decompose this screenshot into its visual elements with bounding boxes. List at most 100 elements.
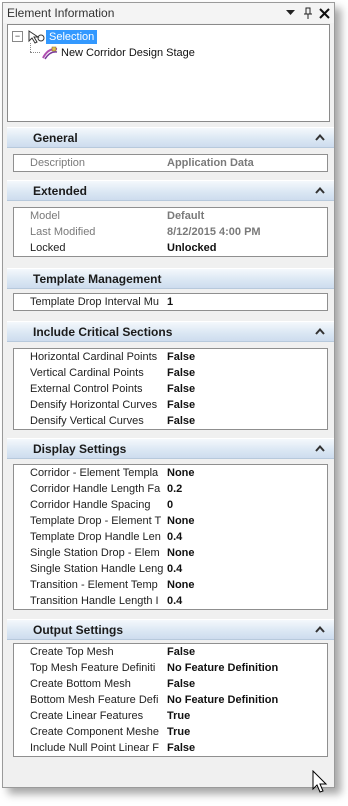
- property-row[interactable]: Corridor Handle Spacing 0: [14, 497, 327, 513]
- property-label: Single Station Drop - Elem: [30, 547, 160, 559]
- property-value[interactable]: None: [167, 547, 195, 559]
- property-label: Create Bottom Mesh: [30, 678, 131, 690]
- property-row[interactable]: Create Bottom Mesh False: [14, 676, 327, 692]
- property-label: Top Mesh Feature Definiti: [30, 662, 156, 674]
- properties-scroll-area[interactable]: General Description Application Data Ext…: [7, 127, 334, 785]
- section-title: Extended: [33, 183, 88, 198]
- property-value[interactable]: 0.4: [167, 531, 182, 543]
- close-icon[interactable]: [317, 5, 332, 21]
- property-row[interactable]: Top Mesh Feature Definiti No Feature Defi…: [14, 660, 327, 676]
- dropdown-arrow-icon[interactable]: [283, 5, 298, 21]
- tree-child-label[interactable]: New Corridor Design Stage: [61, 47, 195, 59]
- section-header-general[interactable]: General: [7, 127, 334, 148]
- property-value[interactable]: False: [167, 367, 195, 379]
- section-header-template-management[interactable]: Template Management: [7, 268, 334, 289]
- property-label: Last Modified: [30, 226, 96, 238]
- property-row[interactable]: Corridor Handle Length Fa 0.2: [14, 481, 327, 497]
- property-label: Create Linear Features: [30, 710, 144, 722]
- section-title: Include Critical Sections: [33, 324, 173, 339]
- property-grid-display-settings: Corridor - Element Templa None Corridor H…: [13, 464, 328, 610]
- property-row[interactable]: Bottom Mesh Feature Defi No Feature Defin…: [14, 692, 327, 708]
- property-label: Bottom Mesh Feature Defi: [30, 694, 159, 706]
- property-value[interactable]: False: [167, 399, 195, 411]
- chevron-up-icon[interactable]: [310, 184, 330, 198]
- property-row[interactable]: Densify Horizontal Curves False: [14, 397, 327, 413]
- property-row[interactable]: Transition - Element Temp None: [14, 577, 327, 593]
- tree-root-label[interactable]: Selection: [46, 29, 98, 44]
- property-row[interactable]: Single Station Handle Leng 0.4: [14, 561, 327, 577]
- property-row[interactable]: Vertical Cardinal Points False: [14, 365, 327, 381]
- property-value[interactable]: No Feature Definition: [167, 662, 278, 674]
- chevron-up-icon[interactable]: [310, 325, 330, 339]
- property-value[interactable]: False: [167, 383, 195, 395]
- property-value[interactable]: None: [167, 579, 195, 591]
- property-label: Description: [30, 157, 86, 169]
- tree-collapse-toggle[interactable]: −: [12, 31, 23, 42]
- property-row[interactable]: Create Top Mesh False: [14, 644, 327, 660]
- section-title: Display Settings: [33, 441, 127, 456]
- property-label: Corridor Handle Length Fa: [30, 483, 161, 495]
- tree-child-row[interactable]: New Corridor Design Stage: [42, 45, 195, 60]
- property-label: Template Drop Handle Len: [30, 531, 161, 543]
- property-row[interactable]: Single Station Drop - Elem None: [14, 545, 327, 561]
- chevron-up-icon[interactable]: [310, 623, 330, 637]
- property-label: Model: [30, 210, 60, 222]
- property-value[interactable]: None: [167, 467, 195, 479]
- property-label: Corridor Handle Spacing: [30, 499, 151, 511]
- chevron-up-icon[interactable]: [310, 442, 330, 456]
- section-extended: Extended Model Default Last Modified 8/1…: [7, 180, 334, 257]
- property-row[interactable]: Include Null Point Linear F False: [14, 740, 327, 756]
- selection-tree[interactable]: − Selection New Corridor Design Stage: [7, 24, 330, 122]
- property-value[interactable]: False: [167, 415, 195, 427]
- property-row[interactable]: Template Drop Interval Mu 1: [14, 294, 327, 310]
- property-label: Densify Vertical Curves: [30, 415, 144, 427]
- section-header-display-settings[interactable]: Display Settings: [7, 438, 334, 459]
- property-value[interactable]: Unlocked: [167, 242, 217, 254]
- property-value[interactable]: 1: [167, 296, 173, 308]
- property-grid-extended: Model Default Last Modified 8/12/2015 4:…: [13, 207, 328, 257]
- chevron-up-icon[interactable]: [310, 131, 330, 145]
- property-grid-output-settings: Create Top Mesh False Top Mesh Feature De…: [13, 643, 328, 757]
- property-row[interactable]: Densify Vertical Curves False: [14, 413, 327, 429]
- property-row[interactable]: External Control Points False: [14, 381, 327, 397]
- section-header-extended[interactable]: Extended: [7, 180, 334, 201]
- property-row[interactable]: Create Linear Features True: [14, 708, 327, 724]
- property-label: Template Drop - Element T: [30, 515, 162, 527]
- property-row: Last Modified 8/12/2015 4:00 PM: [14, 224, 327, 240]
- section-output-settings: Output Settings Create Top Mesh False Top…: [7, 619, 334, 757]
- section-display-settings: Display Settings Corridor - Element Temp…: [7, 438, 334, 610]
- element-information-panel: Element Information − Selection New Corr…: [2, 2, 335, 788]
- property-row: Description Application Data: [14, 155, 327, 171]
- title-bar: Element Information: [3, 3, 334, 23]
- section-header-output-settings[interactable]: Output Settings: [7, 619, 334, 640]
- property-value[interactable]: 0: [167, 499, 173, 511]
- property-row[interactable]: Locked Unlocked: [14, 240, 327, 256]
- section-header-critical-sections[interactable]: Include Critical Sections: [7, 321, 334, 342]
- property-value[interactable]: True: [167, 726, 190, 738]
- property-value[interactable]: False: [167, 646, 195, 658]
- property-label: Corridor - Element Templa: [30, 467, 159, 479]
- property-value[interactable]: 0.4: [167, 595, 182, 607]
- property-row[interactable]: Template Drop - Element T None: [14, 513, 327, 529]
- property-row[interactable]: Create Component Meshe True: [14, 724, 327, 740]
- property-row[interactable]: Transition Handle Length I 0.4: [14, 593, 327, 609]
- property-value[interactable]: 0.2: [167, 483, 182, 495]
- property-row[interactable]: Horizontal Cardinal Points False: [14, 349, 327, 365]
- selection-set-icon: [26, 29, 46, 44]
- property-value[interactable]: False: [167, 742, 195, 754]
- property-value[interactable]: No Feature Definition: [167, 694, 278, 706]
- property-label: Transition - Element Temp: [30, 579, 158, 591]
- property-label: Single Station Handle Leng: [30, 563, 164, 575]
- property-label: External Control Points: [30, 383, 143, 395]
- property-label: Transition Handle Length I: [30, 595, 159, 607]
- property-row[interactable]: Corridor - Element Templa None: [14, 465, 327, 481]
- pin-icon[interactable]: [300, 5, 315, 21]
- tree-root-row[interactable]: − Selection: [12, 29, 98, 44]
- property-value[interactable]: True: [167, 710, 190, 722]
- property-value[interactable]: None: [167, 515, 195, 527]
- property-value[interactable]: False: [167, 678, 195, 690]
- property-row[interactable]: Template Drop Handle Len 0.4: [14, 529, 327, 545]
- property-value[interactable]: 0.4: [167, 563, 182, 575]
- property-value: 8/12/2015 4:00 PM: [167, 226, 261, 238]
- property-value[interactable]: False: [167, 351, 195, 363]
